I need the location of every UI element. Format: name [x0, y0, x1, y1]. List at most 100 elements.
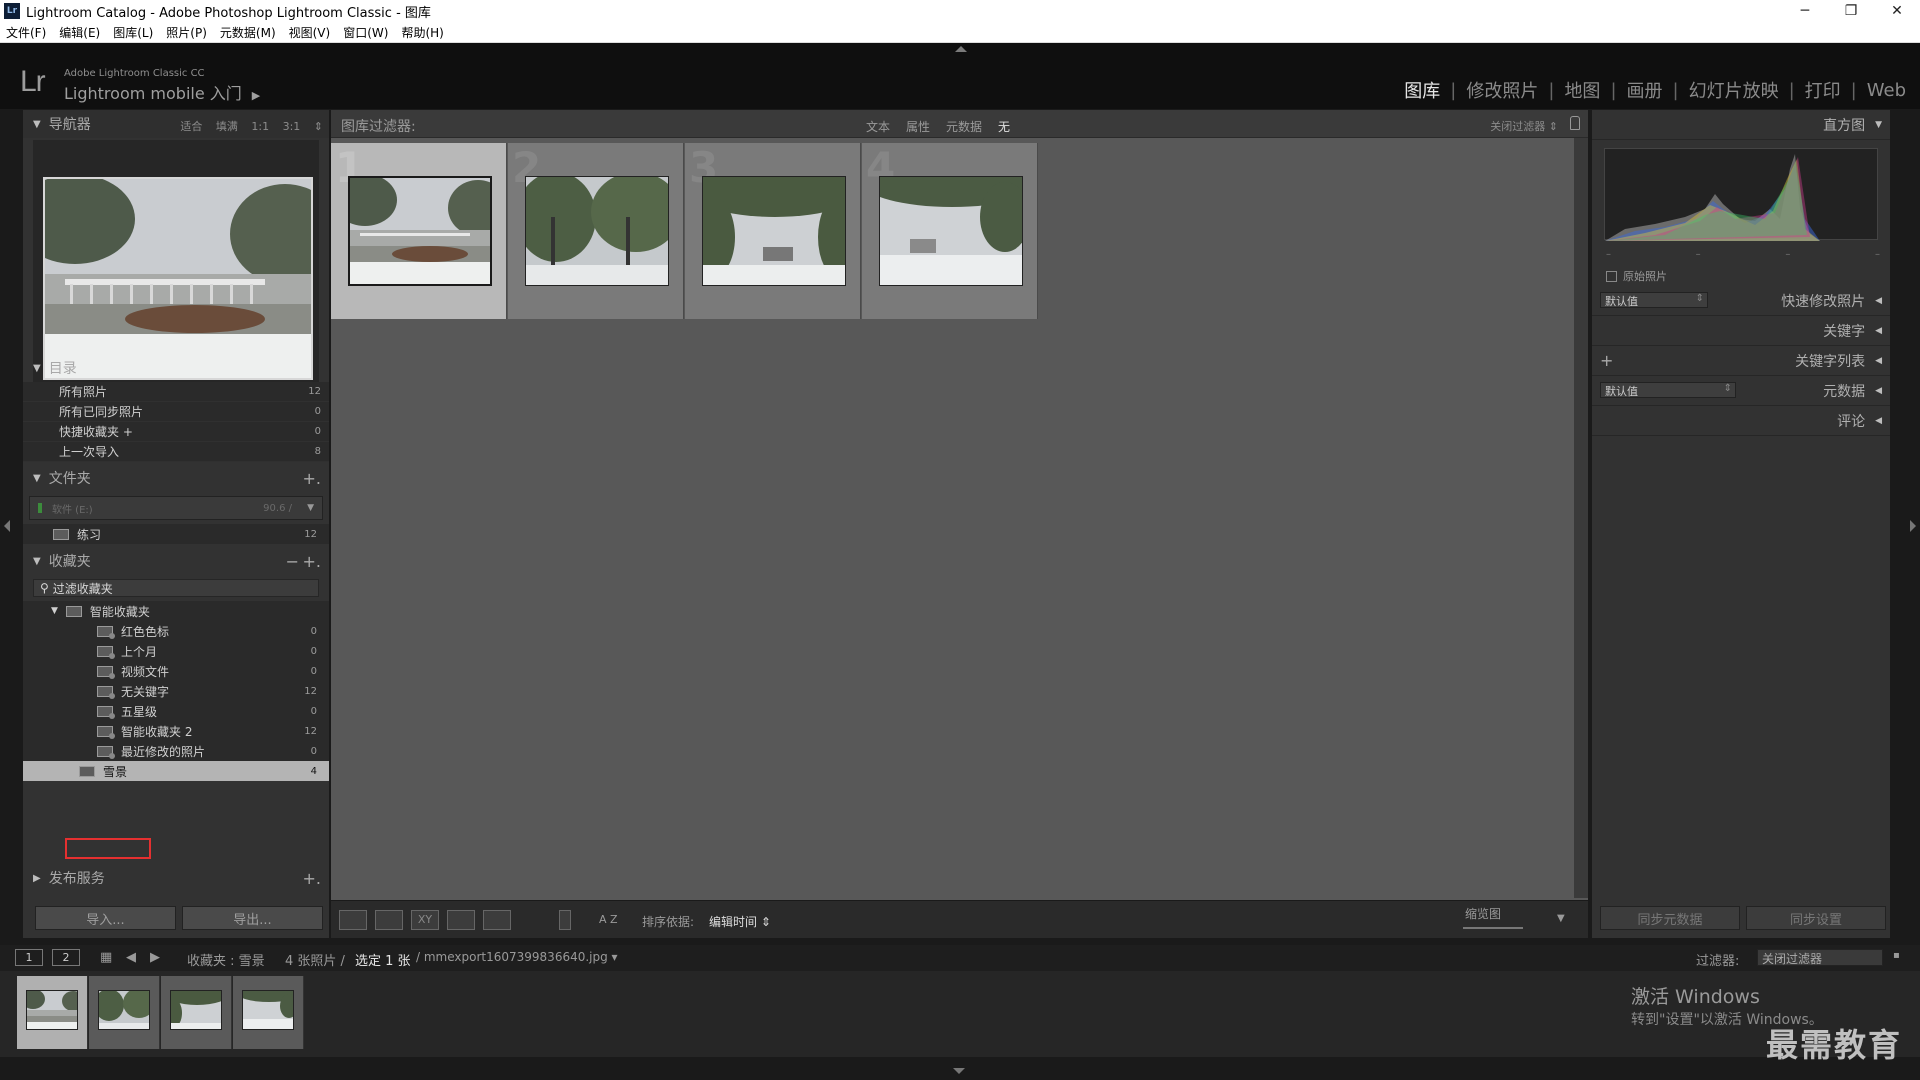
volume-dropdown-icon[interactable]: ▼: [307, 503, 314, 513]
add-keyword-icon[interactable]: +: [1600, 351, 1613, 370]
module-print[interactable]: 打印: [1805, 77, 1841, 103]
smart-collection-item[interactable]: 红色色标 0: [23, 621, 329, 641]
grid-icon[interactable]: ▦: [100, 950, 112, 965]
metadata-header[interactable]: 默认值 元数据 ◀: [1592, 376, 1890, 406]
smart-collection-item[interactable]: 视频文件 0: [23, 661, 329, 681]
filmstrip-cell[interactable]: [89, 976, 160, 1049]
import-button[interactable]: 导入...: [35, 906, 176, 930]
menu-file[interactable]: 文件(F): [6, 24, 46, 41]
histogram-header[interactable]: 直方图 ▼: [1592, 110, 1890, 140]
minimize-button[interactable]: ─: [1782, 0, 1828, 22]
original-photo-toggle[interactable]: 原始照片: [1606, 268, 1667, 284]
sync-metadata-button[interactable]: 同步元数据: [1600, 906, 1740, 930]
module-web[interactable]: Web: [1867, 80, 1906, 101]
grid-cell[interactable]: 2: [508, 143, 684, 319]
filmstrip-thumbnail[interactable]: [242, 990, 294, 1030]
module-map[interactable]: 地图: [1564, 77, 1600, 103]
collections-header[interactable]: ▼ 收藏夹 − +.: [23, 547, 329, 575]
sort-dropdown[interactable]: 编辑时间 ⇕: [709, 913, 771, 930]
filmstrip-thumbnail[interactable]: [98, 990, 150, 1030]
keywording-header[interactable]: 关键字 ◀: [1592, 316, 1890, 346]
publish-header[interactable]: ▶ 发布服务 +.: [23, 864, 329, 892]
export-button[interactable]: 导出...: [182, 906, 323, 930]
filmstrip-cell[interactable]: [17, 976, 88, 1049]
smart-collection-item[interactable]: 上个月 0: [23, 641, 329, 661]
collection-item-snow[interactable]: 雪景 4: [23, 761, 329, 781]
module-develop[interactable]: 修改照片: [1466, 77, 1538, 103]
filmstrip-cell[interactable]: [233, 976, 304, 1049]
survey-view-icon[interactable]: [447, 910, 475, 930]
menu-library[interactable]: 图库(L): [113, 24, 153, 41]
add-publish-icon[interactable]: +.: [303, 869, 322, 888]
smart-collection-item[interactable]: 智能收藏夹 2 12: [23, 721, 329, 741]
navigator-header[interactable]: ▼ 导航器 适合 填满 1:1 3:1 ⇕: [23, 110, 329, 138]
loupe-view-icon[interactable]: [375, 910, 403, 930]
grid-cell[interactable]: 1: [331, 143, 507, 319]
module-library[interactable]: 图库: [1404, 77, 1440, 103]
zoom-fill[interactable]: 填满: [216, 120, 238, 133]
preset-dropdown[interactable]: 默认值: [1600, 292, 1708, 308]
collapse-top-arrow-icon[interactable]: [955, 46, 967, 52]
zoom-3-1[interactable]: 3:1: [283, 120, 301, 133]
menu-view[interactable]: 视图(V): [289, 24, 331, 41]
folders-header[interactable]: ▼ 文件夹 +.: [23, 464, 329, 492]
filter-attribute[interactable]: 属性: [906, 118, 930, 135]
menu-help[interactable]: 帮助(H): [401, 24, 443, 41]
volume-bar[interactable]: 软件 (E:) 90.6 / ▼: [29, 496, 323, 520]
left-panel-toggle-icon[interactable]: [4, 520, 10, 532]
thumbnail-size-slider[interactable]: [1463, 927, 1523, 929]
menu-photo[interactable]: 照片(P): [166, 24, 207, 41]
compare-view-icon[interactable]: XY: [411, 910, 439, 930]
zoom-more[interactable]: ⇕: [314, 120, 323, 133]
filter-lock-icon[interactable]: ▪: [1893, 950, 1900, 961]
back-arrow-icon[interactable]: ◀: [126, 950, 136, 965]
filmstrip-filter-dropdown[interactable]: 关闭过滤器: [1757, 949, 1883, 966]
grid-scrollbar[interactable]: [1574, 138, 1588, 898]
people-view-icon[interactable]: [483, 910, 511, 930]
painter-icon[interactable]: [559, 910, 571, 930]
expand-triangle-icon[interactable]: ▼: [51, 606, 58, 616]
right-panel-toggle-icon[interactable]: [1910, 520, 1916, 532]
original-photo-checkbox[interactable]: [1606, 270, 1617, 282]
zoom-fit[interactable]: 适合: [180, 120, 202, 133]
photo-thumbnail[interactable]: [348, 176, 492, 286]
filmstrip-cell[interactable]: [161, 976, 232, 1049]
maximize-button[interactable]: ❐: [1828, 0, 1874, 22]
toolbar-menu-icon[interactable]: ▼: [1557, 913, 1565, 924]
catalog-item-quick-collection[interactable]: 快捷收藏夹 + 0: [23, 422, 329, 442]
collapse-bottom-arrow-icon[interactable]: [953, 1068, 965, 1074]
photo-thumbnail[interactable]: [879, 176, 1023, 286]
filter-none[interactable]: 无: [998, 118, 1010, 135]
catalog-item-synced[interactable]: 所有已同步照片 0: [23, 402, 329, 422]
smart-collection-item[interactable]: 无关键字 12: [23, 681, 329, 701]
sort-direction-icon[interactable]: A Z: [599, 913, 618, 926]
grid-cell[interactable]: 4: [862, 143, 1038, 319]
forward-arrow-icon[interactable]: ▶: [150, 950, 160, 965]
filter-metadata[interactable]: 元数据: [946, 118, 982, 135]
filmstrip-thumbnail[interactable]: [170, 990, 222, 1030]
catalog-header[interactable]: ▼ 目录: [23, 354, 329, 382]
grid-view-icon[interactable]: [339, 910, 367, 930]
folder-item-practice[interactable]: 练习 12: [23, 524, 329, 544]
source-path[interactable]: 收藏夹 : 雪景: [187, 950, 265, 969]
lock-icon[interactable]: [1570, 116, 1580, 130]
close-button[interactable]: ✕: [1874, 0, 1920, 22]
filename-dropdown[interactable]: / mmexport1607399836640.jpg ▾: [416, 950, 618, 964]
mobile-get-started[interactable]: Lightroom mobile 入门 ▶: [64, 80, 260, 104]
secondary-window-button[interactable]: 2: [52, 949, 80, 966]
filter-off-dropdown[interactable]: 关闭过滤器 ⇕: [1490, 118, 1558, 134]
catalog-item-previous-import[interactable]: 上一次导入 8: [23, 442, 329, 462]
catalog-item-all-photos[interactable]: 所有照片 12: [23, 382, 329, 402]
menu-metadata[interactable]: 元数据(M): [220, 24, 276, 41]
photo-thumbnail[interactable]: [702, 176, 846, 286]
filter-text[interactable]: 文本: [866, 118, 890, 135]
zoom-1-1[interactable]: 1:1: [251, 120, 269, 133]
add-collection-icon[interactable]: +.: [303, 552, 322, 571]
add-folder-icon[interactable]: +.: [303, 469, 322, 488]
keyword-list-header[interactable]: + 关键字列表 ◀: [1592, 346, 1890, 376]
smart-collection-item[interactable]: 五星级 0: [23, 701, 329, 721]
quick-develop-header[interactable]: 默认值 快速修改照片 ◀: [1592, 286, 1890, 316]
grid-cell[interactable]: 3: [685, 143, 861, 319]
primary-window-button[interactable]: 1: [15, 949, 43, 966]
menu-edit[interactable]: 编辑(E): [59, 24, 100, 41]
